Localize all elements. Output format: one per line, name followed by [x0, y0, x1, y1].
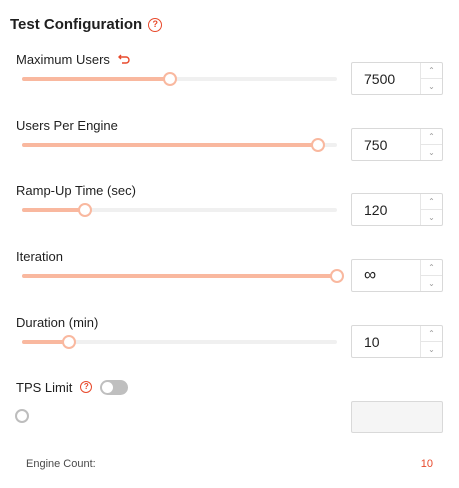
stepper: ⌃ ⌄ — [420, 260, 442, 291]
tps-limit-toggle[interactable] — [100, 379, 129, 395]
slider-handle[interactable] — [78, 203, 92, 217]
increment-icon[interactable]: ⌃ — [421, 63, 442, 79]
engine-count-value: 10 — [420, 458, 433, 470]
decrement-icon[interactable]: ⌄ — [421, 145, 442, 161]
engine-count-label: Engine Count: — [26, 458, 96, 470]
slider-fill — [22, 274, 337, 278]
help-icon[interactable]: ? — [80, 381, 93, 393]
slider-fill — [22, 77, 170, 81]
decrement-icon[interactable]: ⌄ — [421, 276, 442, 292]
tps-limit-slider[interactable] — [15, 409, 337, 423]
tps-limit-input[interactable] — [351, 401, 443, 433]
increment-icon[interactable]: ⌃ — [421, 194, 442, 210]
maximum-users-slider[interactable] — [22, 72, 337, 86]
input-value[interactable]: 120 — [364, 202, 387, 218]
increment-icon[interactable]: ⌃ — [421, 326, 442, 342]
field-tps-limit: TPS Limit ? — [0, 378, 459, 444]
field-label: Duration (min) — [16, 314, 99, 330]
users-per-engine-input[interactable]: 750 ⌃ ⌄ — [351, 128, 443, 161]
decrement-icon[interactable]: ⌄ — [421, 79, 442, 95]
increment-icon[interactable]: ⌃ — [421, 260, 442, 276]
slider-fill — [22, 143, 318, 147]
slider-track[interactable] — [22, 414, 337, 418]
reset-icon[interactable] — [117, 53, 130, 65]
stepper: ⌃ ⌄ — [420, 194, 442, 225]
input-value[interactable]: 750 — [364, 137, 387, 153]
section-header: Test Configuration ? — [10, 16, 163, 33]
toggle-knob — [102, 381, 114, 393]
field-iteration: Iteration ∞ ⌃ ⌄ — [0, 247, 459, 313]
ramp-up-time-slider[interactable] — [22, 203, 337, 217]
field-users-per-engine: Users Per Engine 750 ⌃ ⌄ — [0, 116, 459, 182]
increment-icon[interactable]: ⌃ — [421, 129, 442, 145]
ramp-up-time-input[interactable]: 120 ⌃ ⌄ — [351, 193, 443, 226]
stepper: ⌃ ⌄ — [420, 326, 442, 357]
users-per-engine-slider[interactable] — [22, 138, 337, 152]
slider-handle[interactable] — [62, 335, 76, 349]
field-label: Iteration — [16, 248, 63, 264]
field-label: Ramp-Up Time (sec) — [16, 182, 136, 198]
field-label: Users Per Engine — [16, 117, 118, 133]
duration-input[interactable]: 10 ⌃ ⌄ — [351, 325, 443, 358]
input-value[interactable]: 10 — [364, 334, 380, 350]
stepper: ⌃ ⌄ — [420, 129, 442, 160]
iteration-slider[interactable] — [22, 269, 344, 283]
field-ramp-up-time: Ramp-Up Time (sec) 120 ⌃ ⌄ — [0, 181, 459, 247]
slider-handle[interactable] — [311, 138, 325, 152]
help-icon[interactable]: ? — [148, 17, 163, 32]
slider-fill — [22, 208, 85, 212]
duration-slider[interactable] — [22, 335, 337, 349]
stepper: ⌃ ⌄ — [420, 63, 442, 94]
section-title: Test Configuration — [10, 16, 143, 33]
decrement-icon[interactable]: ⌄ — [421, 342, 442, 358]
maximum-users-input[interactable]: 7500 ⌃ ⌄ — [351, 62, 443, 95]
field-maximum-users: Maximum Users 7500 ⌃ ⌄ — [0, 50, 459, 116]
slider-handle[interactable] — [15, 409, 29, 423]
engine-count: Engine Count: 10 — [26, 458, 433, 470]
iteration-input[interactable]: ∞ ⌃ ⌄ — [351, 259, 443, 292]
field-label: Maximum Users — [16, 51, 110, 67]
input-value[interactable]: 7500 — [364, 71, 395, 87]
field-label: TPS Limit — [16, 379, 73, 395]
slider-handle[interactable] — [330, 269, 344, 283]
input-value[interactable]: ∞ — [364, 265, 376, 285]
field-duration: Duration (min) 10 ⌃ ⌄ — [0, 313, 459, 379]
decrement-icon[interactable]: ⌄ — [421, 210, 442, 226]
slider-handle[interactable] — [163, 72, 177, 86]
